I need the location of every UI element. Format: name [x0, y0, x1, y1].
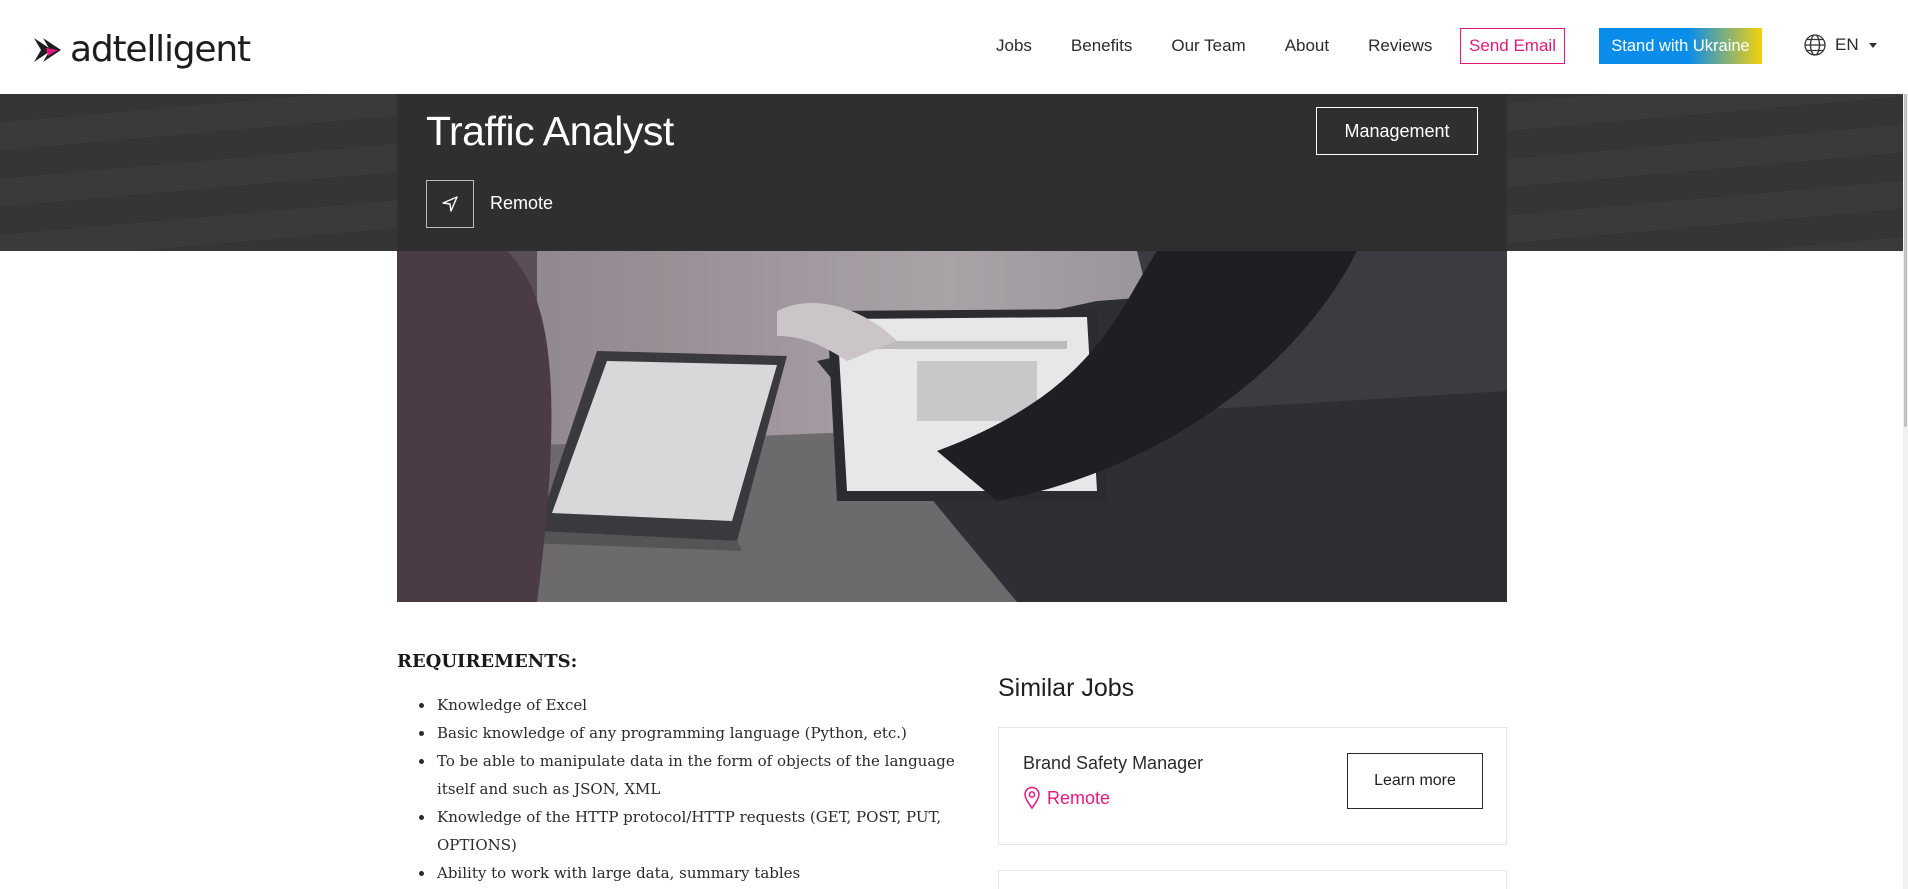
similar-job-title: Brand Safety Manager [1023, 753, 1204, 773]
similar-job-location: Remote [1023, 786, 1110, 810]
location-icon-box [426, 180, 474, 228]
similar-job-card [998, 870, 1507, 889]
list-item: To be able to manipulate data in the for… [397, 747, 977, 803]
job-title: Traffic Analyst [426, 108, 674, 154]
similar-job-location-label: Remote [1047, 787, 1111, 808]
list-item: Knowledge of Excel [397, 691, 977, 719]
map-pin-icon [1024, 786, 1040, 810]
job-hero: Traffic Analyst Management Remote [397, 94, 1507, 251]
caret-down-icon [1868, 42, 1877, 48]
list-item: Ability to work with large data, summary… [397, 859, 977, 887]
nav-item-reviews[interactable]: Reviews [1368, 34, 1432, 58]
similar-jobs-heading: Similar Jobs [998, 674, 1135, 702]
globe-icon [1804, 34, 1826, 56]
navigation-arrow-icon [442, 196, 458, 212]
nav-item-our-team[interactable]: Our Team [1171, 34, 1245, 58]
nav-item-jobs[interactable]: Jobs [996, 34, 1032, 58]
stand-with-ukraine-button[interactable]: Stand with Ukraine [1599, 28, 1762, 64]
list-item: Basic knowledge of any programming langu… [397, 719, 977, 747]
nav-item-about[interactable]: About [1285, 34, 1329, 58]
learn-more-button[interactable]: Learn more [1347, 753, 1483, 809]
main-nav: Jobs Benefits Our Team About Reviews [996, 34, 1471, 58]
nav-item-benefits[interactable]: Benefits [1071, 34, 1132, 58]
logo-text: adtelligent [70, 29, 251, 70]
requirements-heading: REQUIREMENTS: [397, 651, 578, 672]
language-label: EN [1835, 35, 1859, 54]
office-photo [397, 251, 1507, 602]
site-logo[interactable]: adtelligent [34, 29, 251, 70]
job-location: Remote [490, 193, 554, 213]
language-selector[interactable]: EN [1803, 33, 1877, 57]
job-hero-image [397, 251, 1507, 602]
logo-mark-icon [34, 38, 61, 62]
requirements-list: Knowledge of Excel Basic knowledge of an… [397, 691, 977, 887]
department-button[interactable]: Management [1316, 107, 1478, 155]
send-email-button[interactable]: Send Email [1460, 28, 1565, 64]
list-item: Knowledge of the HTTP protocol/HTTP requ… [397, 803, 977, 859]
similar-job-card: Brand Safety Manager Remote Learn more [998, 727, 1507, 845]
site-header: adtelligent Jobs Benefits Our Team About… [0, 0, 1908, 94]
